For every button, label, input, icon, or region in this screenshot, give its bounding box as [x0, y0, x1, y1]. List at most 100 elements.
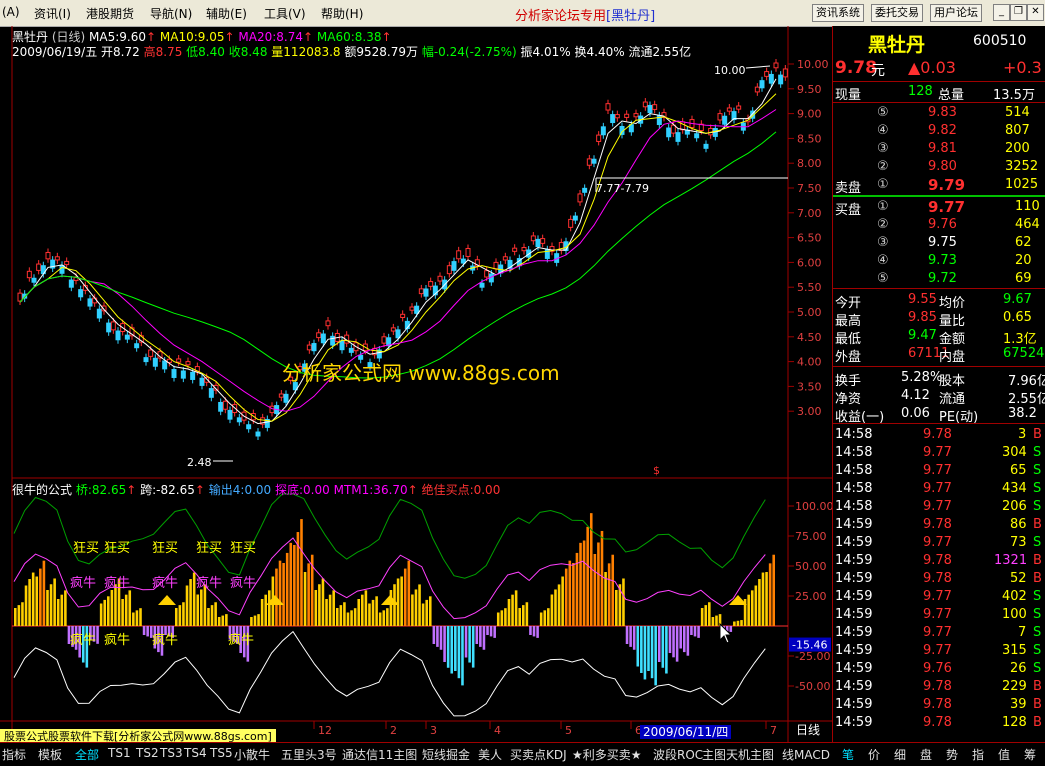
bottom-tab[interactable]: 主图天机主图 — [702, 746, 774, 763]
histogram-bar — [325, 599, 328, 626]
sell-volume: 514 — [1005, 105, 1030, 120]
bottom-tab[interactable]: TS5 — [210, 746, 233, 760]
candle — [502, 252, 508, 264]
menu-item-hk-futures[interactable]: 港股期货 — [86, 5, 134, 22]
bottom-tab[interactable]: 买卖点KDJ — [510, 746, 567, 763]
menu-item-tools[interactable]: 工具(V) — [264, 5, 306, 22]
minimize-icon[interactable]: _ — [993, 4, 1010, 21]
bottom-tab[interactable]: 小散牛 — [234, 746, 270, 763]
indicator-name[interactable]: 很牛的公式 — [12, 483, 72, 497]
info-system-button[interactable]: 资讯系统 — [812, 4, 864, 22]
fund-value: 5.28% — [901, 370, 943, 385]
candle — [446, 261, 452, 278]
bar-volume: 量112083.8 — [271, 45, 341, 59]
candle — [26, 267, 32, 282]
indicator-chart[interactable] — [12, 493, 788, 717]
signal-label-top: 狂买 — [230, 541, 257, 556]
quote-tab[interactable]: 细 — [894, 746, 906, 763]
price-chart[interactable] — [17, 59, 788, 462]
tick-row: 14:58 9.77 65 S — [833, 462, 1045, 480]
bottom-tab[interactable]: 全部 — [75, 746, 99, 763]
histogram-bar — [396, 578, 400, 626]
bottom-tab[interactable]: 美人 — [478, 746, 502, 763]
tick-row: 14:59 9.77 73 S — [833, 534, 1045, 552]
menu-item-info[interactable]: 资讯(I) — [34, 5, 71, 22]
histogram-bar — [364, 590, 368, 626]
histogram-bar — [740, 620, 743, 626]
signal-label-top: 狂买 — [152, 541, 179, 556]
histogram-bar — [708, 602, 711, 626]
histogram-bar — [654, 626, 657, 686]
indicator-current-value: -15.46 — [792, 639, 827, 652]
tick-direction: B — [1033, 427, 1042, 442]
quote-tab[interactable]: 笔 — [842, 746, 854, 763]
bottom-tab[interactable]: TS2 — [136, 746, 159, 760]
histogram-bar — [64, 590, 67, 626]
bottom-tab[interactable]: ★利多买卖★ — [572, 746, 642, 763]
candle — [372, 344, 378, 359]
menu-item-navigation[interactable]: 导航(N) — [150, 5, 192, 22]
bottom-tab[interactable]: 通达信11主图 — [342, 746, 417, 763]
histogram-bar — [543, 610, 547, 626]
tick-time: 14:58 — [835, 463, 873, 478]
tick-time: 14:58 — [835, 499, 873, 514]
histogram-bar — [579, 542, 582, 626]
candle — [572, 212, 578, 225]
menu-item-a[interactable]: (A) — [2, 5, 20, 19]
tick-direction: B — [1033, 553, 1042, 568]
candle — [586, 154, 592, 170]
tick-volume: 52 — [1010, 571, 1027, 586]
tick-price: 9.77 — [923, 499, 952, 514]
histogram-bar — [736, 620, 740, 626]
trade-button[interactable]: 委托交易 — [871, 4, 923, 22]
histogram-bar — [121, 599, 124, 626]
time-tick-label: 7 — [770, 724, 777, 737]
signal-label-mid: 疯牛 — [230, 576, 257, 591]
histogram-bar — [139, 608, 142, 626]
histogram-bar — [368, 603, 371, 626]
candle — [754, 83, 760, 96]
forum-button[interactable]: 用户论坛 — [930, 4, 982, 22]
bottom-tab[interactable]: 模板 — [38, 746, 62, 763]
bottom-tab[interactable]: 五里头3号 — [281, 746, 337, 763]
bottom-tab[interactable]: 短线掘金 — [422, 746, 470, 763]
histogram-bar — [504, 608, 507, 626]
bottom-tab[interactable]: 指标 — [2, 746, 26, 763]
candle — [325, 316, 331, 330]
tick-direction: B — [1033, 517, 1042, 532]
tick-volume: 7 — [1018, 625, 1027, 640]
quote-tab[interactable]: 势 — [946, 746, 958, 763]
bottom-tab[interactable]: TS4 — [184, 746, 207, 760]
box-label: 7.77-7.79 — [596, 182, 649, 195]
histogram-bar — [675, 626, 679, 662]
menu-item-help[interactable]: 帮助(H) — [321, 5, 363, 22]
tick-price: 9.77 — [923, 589, 952, 604]
candle — [521, 243, 527, 255]
quote-volume-row: 现量 128 总量 13.5万 — [833, 83, 1045, 103]
quote-tab[interactable]: 筹 — [1024, 746, 1036, 763]
histogram-bar — [607, 563, 611, 626]
bottom-tab[interactable]: TS1 — [108, 746, 131, 760]
quote-tab[interactable]: 指 — [972, 746, 984, 763]
quote-tab[interactable]: 价 — [868, 746, 880, 763]
bar-float: 流通2.55亿 — [628, 45, 692, 59]
quote-tab[interactable]: 盘 — [920, 746, 932, 763]
bottom-tab[interactable]: 线MACD — [782, 746, 830, 763]
histogram-bar — [486, 626, 489, 635]
tick-time: 14:59 — [835, 643, 873, 658]
menu-item-assist[interactable]: 辅助(E) — [206, 5, 247, 22]
candle — [176, 354, 182, 367]
quote-code: 600510 — [973, 33, 1027, 49]
restore-icon[interactable]: ❐ — [1010, 4, 1027, 21]
close-icon[interactable]: ✕ — [1027, 4, 1044, 21]
candle — [409, 303, 415, 315]
histogram-bar — [611, 554, 615, 626]
tick-time: 14:58 — [835, 427, 873, 442]
histogram-bar — [103, 599, 107, 626]
buy-price: 9.72 — [928, 271, 957, 286]
bottom-tab[interactable]: 波段ROC — [653, 746, 703, 763]
tick-row: 14:59 9.76 26 S — [833, 660, 1045, 678]
bottom-tab[interactable]: TS3 — [160, 746, 183, 760]
quote-tab[interactable]: 值 — [998, 746, 1010, 763]
level-icon: ④ — [877, 123, 889, 138]
